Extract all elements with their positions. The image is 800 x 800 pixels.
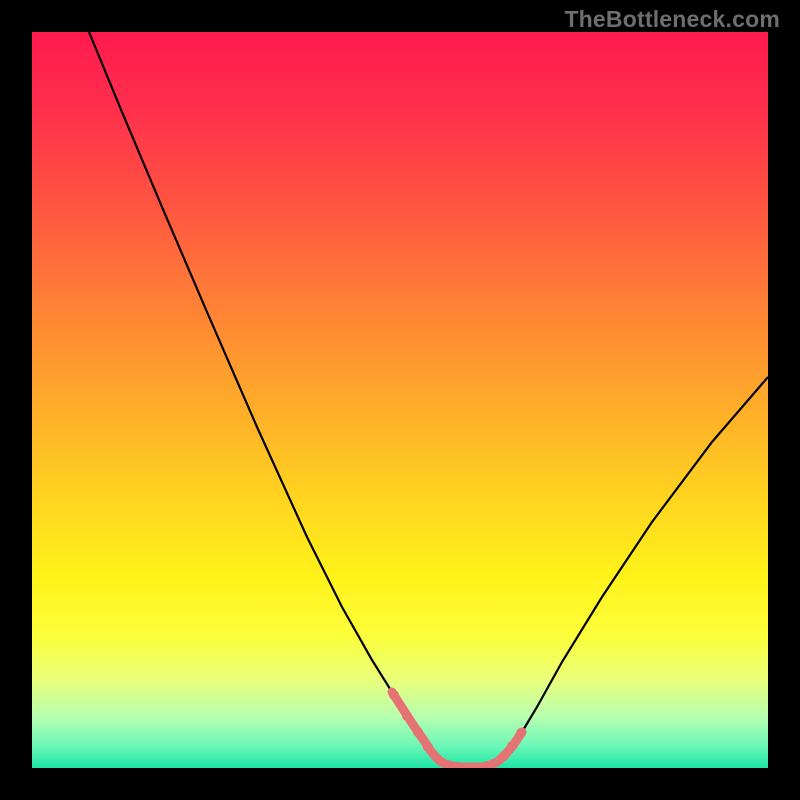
- marker-dot: [413, 727, 423, 737]
- marker-dot: [389, 690, 399, 700]
- marker-dot: [402, 711, 412, 721]
- plot-area: [32, 32, 768, 768]
- marker-dot: [516, 728, 526, 738]
- curve-layer: [32, 32, 768, 768]
- marker-dot: [499, 751, 509, 761]
- watermark-text: TheBottleneck.com: [564, 6, 780, 33]
- chart-stage: TheBottleneck.com: [0, 0, 800, 800]
- marker-dot: [423, 742, 433, 752]
- bottleneck-curve: [89, 32, 768, 767]
- marker-dot: [507, 741, 517, 751]
